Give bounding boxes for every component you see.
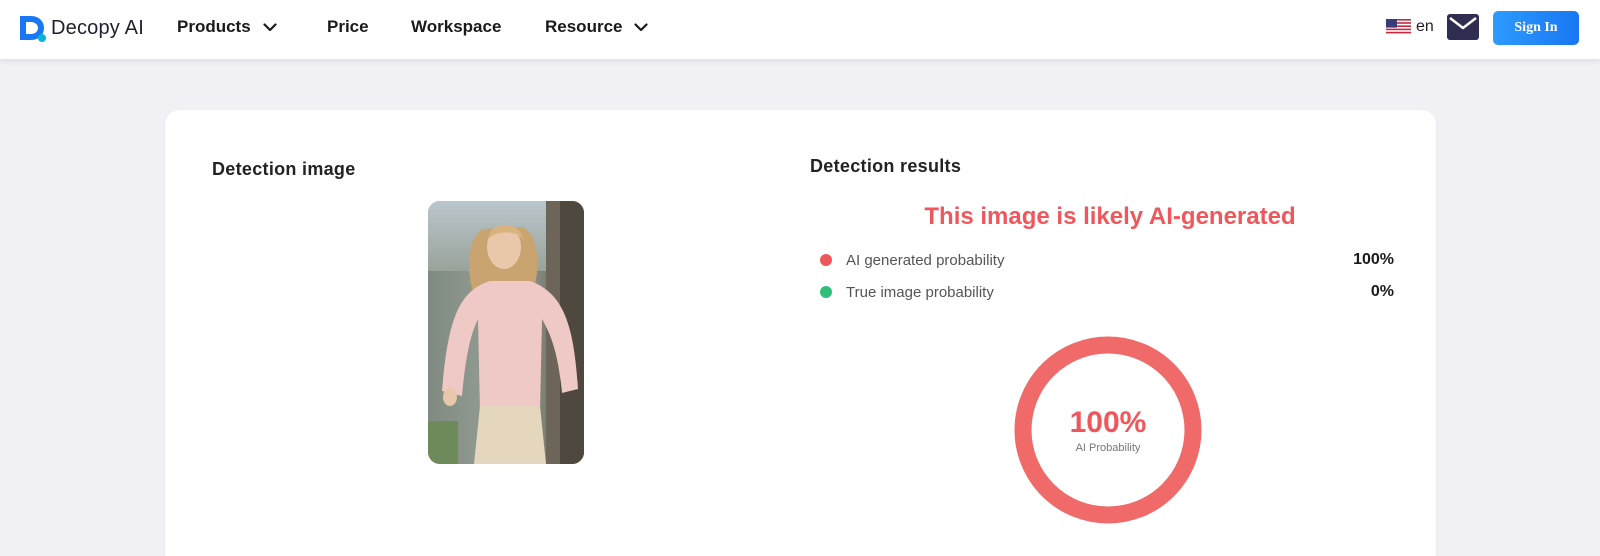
detection-results-title: Detection results [810,156,962,176]
detection-photo [428,201,584,464]
ai-probability-row: AI generated probability 100% [820,249,1394,271]
brand-name: Decopy AI [51,16,144,39]
true-probability-label: True image probability [846,283,994,301]
ai-probability-label: AI generated probability [846,251,1005,269]
true-probability-row: True image probability 0% [820,281,1394,303]
logo-icon [20,16,46,42]
mail-icon[interactable] [1447,14,1479,40]
language-selector[interactable]: en [1386,18,1434,36]
ring-percentage: 100% [1069,406,1147,439]
chevron-down-icon [263,22,277,31]
nav-workspace-label: Workspace [411,17,502,36]
us-flag-icon [1386,19,1411,35]
ai-probability-value: 100% [1353,251,1394,268]
ai-probability-dot [820,254,832,266]
language-label: en [1416,18,1434,35]
nav-resource-label: Resource [545,17,623,36]
ring-center: 100% AI Probability [1013,335,1203,525]
nav-price[interactable]: Price [327,17,369,37]
top-navbar: Decopy AI Products Price Workspace Resou… [0,0,1600,59]
true-probability-value: 0% [1370,283,1394,300]
nav-resource[interactable]: Resource [545,17,649,37]
brand-logo[interactable]: Decopy AI [17,13,144,43]
nav-products-label: Products [177,17,251,36]
nav-products[interactable]: Products [177,17,277,37]
nav-workspace[interactable]: Workspace [411,17,501,37]
ring-caption: AI Probability [1075,442,1141,454]
nav-price-label: Price [327,17,369,36]
detection-image-title: Detection image [212,159,356,179]
chevron-down-icon [634,22,649,31]
ai-probability-ring: 100% AI Probability [1013,335,1203,525]
sign-in-button[interactable]: Sign In [1493,11,1579,45]
detection-card [165,110,1436,556]
true-probability-dot [820,286,832,298]
detection-verdict: This image is likely AI-generated [924,203,1296,230]
